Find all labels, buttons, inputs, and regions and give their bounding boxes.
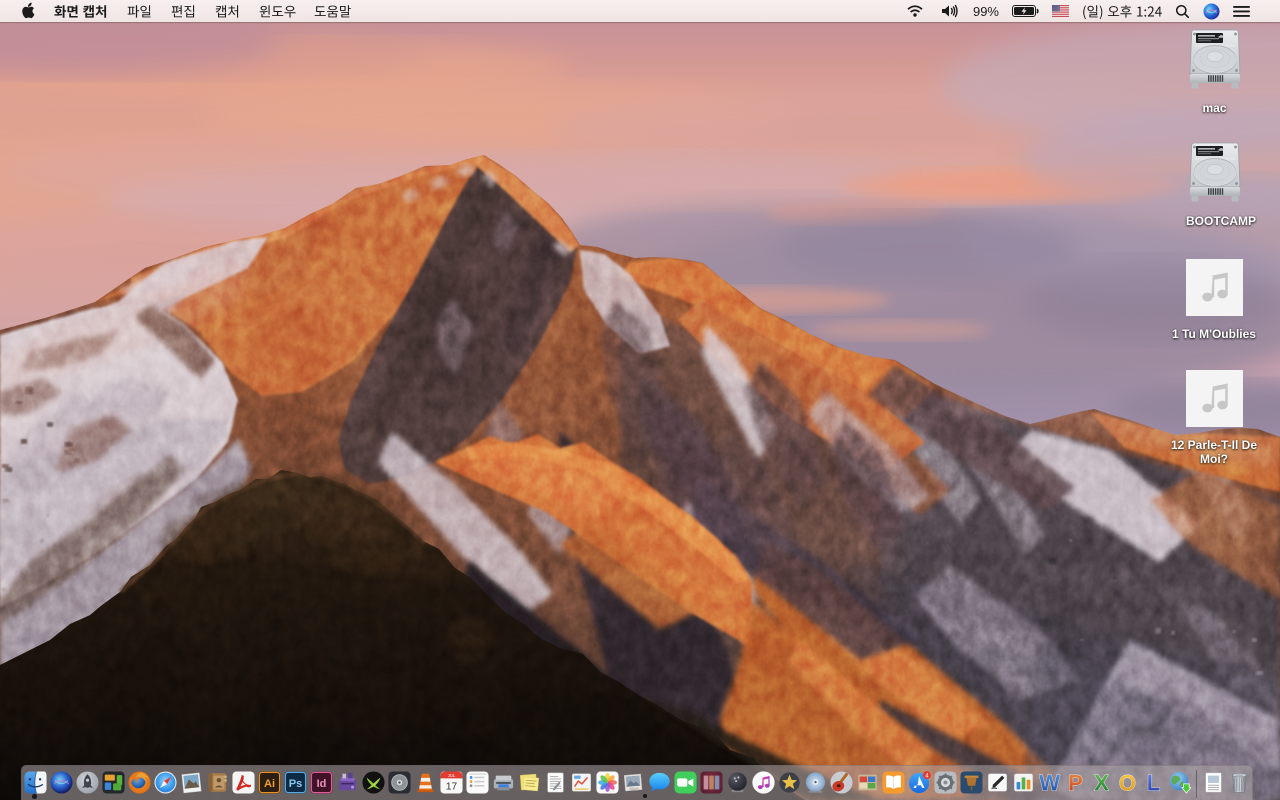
svg-text:L: L (1146, 771, 1160, 794)
svg-text:17: 17 (445, 781, 457, 792)
svg-text:P: P (1068, 771, 1083, 794)
svg-text:O: O (1118, 771, 1135, 794)
svg-text:X: X (1094, 771, 1109, 794)
svg-text:Ai: Ai (263, 778, 274, 790)
svg-text:Id: Id (316, 778, 326, 790)
svg-text:W: W (1039, 771, 1060, 794)
svg-text:JUL: JUL (447, 773, 455, 778)
svg-text:Ps: Ps (288, 778, 302, 790)
